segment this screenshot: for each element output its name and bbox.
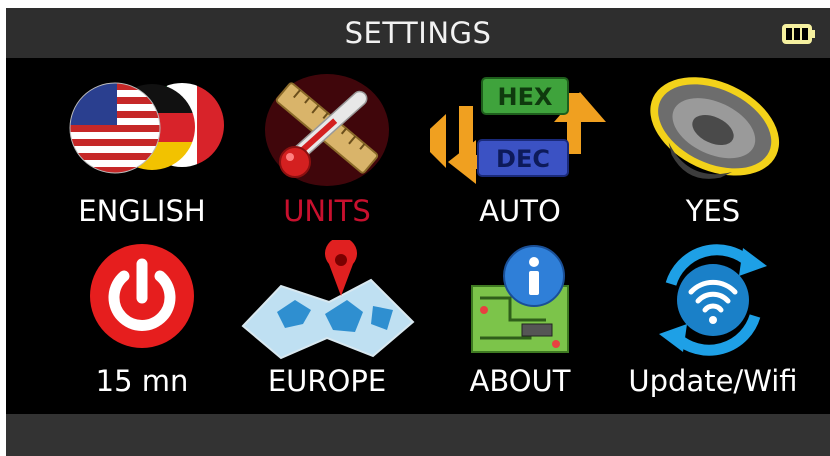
units-ruler-thermometer-icon: [232, 70, 422, 192]
tile-region[interactable]: EUROPE: [232, 240, 422, 410]
language-flags-icon: [47, 70, 237, 192]
tile-label: EUROPE: [267, 364, 387, 398]
tile-label: Update/Wifi: [628, 364, 798, 398]
tile-about[interactable]: ABOUT: [425, 240, 615, 410]
tile-label: ABOUT: [469, 364, 571, 398]
wifi-update-icon: [618, 240, 808, 362]
tile-auto-off[interactable]: 15 mn: [47, 240, 237, 410]
svg-text:DEC: DEC: [496, 145, 550, 173]
tile-label: ENGLISH: [78, 194, 206, 228]
footer-bar: [6, 414, 830, 456]
tile-label: UNITS: [283, 194, 371, 228]
title-bar: SETTINGS: [6, 8, 830, 58]
tile-label: 15 mn: [95, 364, 189, 398]
tile-units[interactable]: UNITS: [232, 70, 422, 240]
svg-text:HEX: HEX: [498, 83, 553, 111]
map-pin-icon: [232, 240, 422, 362]
device-screen: SETTINGS ENGLISH UNITS HEX DEC AUTO YES …: [6, 8, 830, 456]
hex-dec-switch-icon: HEX DEC: [425, 70, 615, 192]
tile-number-format[interactable]: HEX DEC AUTO: [425, 70, 615, 240]
tile-sound[interactable]: YES: [618, 70, 808, 240]
tile-update-wifi[interactable]: Update/Wifi: [618, 240, 808, 410]
info-circuit-icon: [425, 240, 615, 362]
tile-language[interactable]: ENGLISH: [47, 70, 237, 240]
page-title: SETTINGS: [344, 16, 492, 50]
power-icon: [47, 240, 237, 362]
tile-label: YES: [685, 194, 741, 228]
battery-full-icon: [782, 24, 816, 44]
speaker-icon: [618, 70, 808, 192]
tile-label: AUTO: [479, 194, 561, 228]
